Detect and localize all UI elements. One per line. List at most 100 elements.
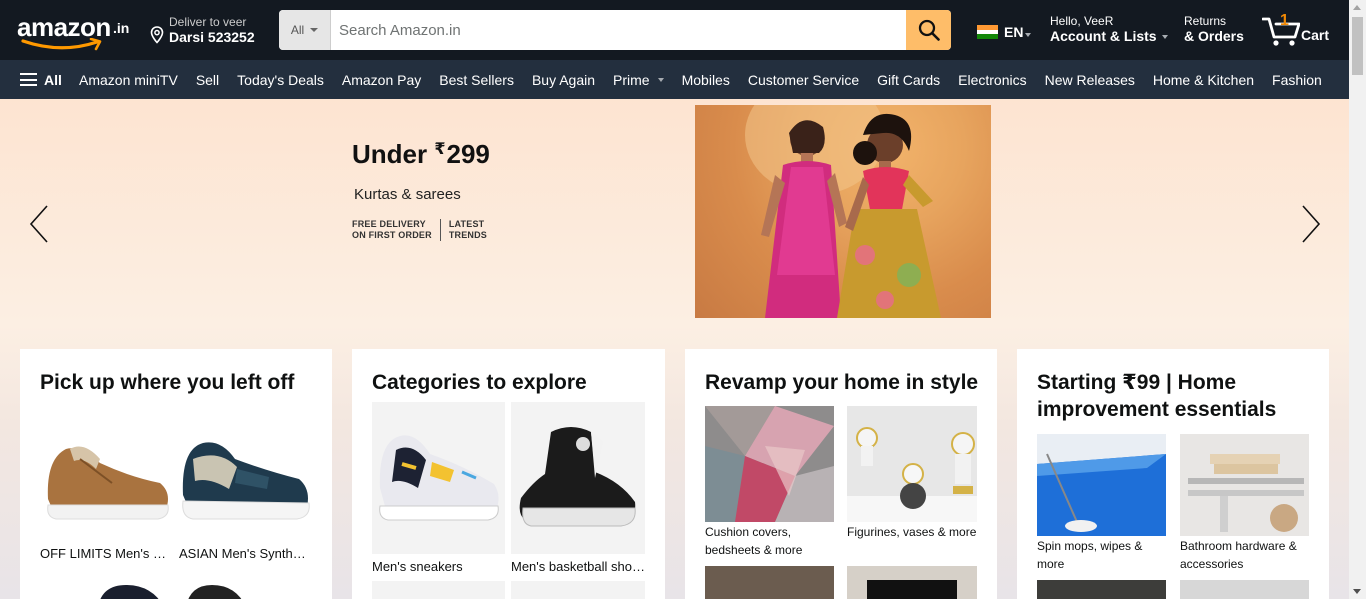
smile-icon [21,38,102,51]
card-title: Categories to explore [372,371,587,394]
category-image [1037,580,1166,599]
scrollbar-thumb[interactable] [1352,17,1363,75]
card-title: Pick up where you left off [40,371,295,394]
chevron-down-icon [657,77,664,82]
account-label: Account & Lists [1050,28,1157,44]
category-caption: Figurines, vases & more [847,525,977,539]
category-image [847,406,977,522]
cart-count: 1 [1280,12,1289,29]
category-image [705,566,834,599]
nav-link-prime[interactable]: Prime [604,72,673,88]
category-caption: Spin mops, wipes & more [1037,539,1143,571]
deliver-location: Darsi 523252 [169,29,255,45]
nav-bar: All Amazon miniTV Sell Today's Deals Ama… [0,60,1349,99]
hero-fine-print: FREE DELIVERY ON FIRST ORDER LATEST TREN… [352,219,487,241]
hero-fine-left-2: ON FIRST ORDER [352,230,432,240]
chevron-down-icon [1161,35,1168,40]
scroll-down-icon[interactable] [1353,589,1361,594]
product-image [180,577,250,599]
chevron-down-icon [1025,33,1032,37]
category-caption: Cushion covers, bedsheets & more [705,525,803,557]
search-category-label: All [290,23,305,37]
language-code: EN [1004,24,1024,40]
product-caption: ASIAN Men's Synthetic Sports Shoes [179,546,312,561]
cart-label: Cart [1301,27,1330,43]
nav-link-best-sellers[interactable]: Best Sellers [430,72,523,88]
nav-link-prime-label: Prime [613,71,650,88]
search-bar: All [279,10,951,50]
logo-tld: .in [113,20,130,36]
category-image [372,581,505,599]
hero-fine-left-1: FREE DELIVERY [352,219,426,229]
deliver-line1: Deliver to veer [169,15,247,29]
cart-button[interactable]: 1 Cart [1262,12,1334,48]
india-flag-icon [977,25,998,40]
category-image [1180,580,1309,599]
hero-headline-prefix: Under [352,139,435,169]
category-image [511,402,645,554]
nav-link-gift-cards[interactable]: Gift Cards [868,72,949,88]
search-input[interactable] [331,10,906,50]
hero-headline: Under ₹299 [352,139,490,170]
vertical-scrollbar[interactable] [1349,0,1366,599]
hero-models-illustration [745,105,941,318]
product-image [179,419,312,529]
nav-link-home-kitchen[interactable]: Home & Kitchen [1144,72,1263,88]
category-caption: Men's sneakers [372,559,463,574]
category-image [372,402,505,554]
category-caption: Men's basketball shoes [511,559,645,574]
top-header: amazon .in Deliver to veer Darsi 523252 … [0,0,1349,60]
language-selector[interactable]: EN [977,24,1032,40]
nav-link-fashion[interactable]: Fashion [1263,72,1331,88]
nav-link-buy-again[interactable]: Buy Again [523,72,604,88]
scroll-up-icon[interactable] [1353,5,1361,10]
product-image [40,419,173,529]
chevron-down-icon [310,28,319,32]
category-image [1180,434,1309,536]
amazon-logo[interactable]: amazon .in [17,12,135,51]
all-menu-label: All [44,71,62,88]
nav-link-amazon-pay[interactable]: Amazon Pay [333,72,430,88]
hero-banner-image[interactable] [695,105,991,318]
hero-subtitle: Kurtas & sarees [354,186,461,203]
returns-orders[interactable]: Returns & Orders [1184,14,1244,44]
nav-link-electronics[interactable]: Electronics [949,72,1035,88]
carousel-prev-icon[interactable] [28,204,50,244]
nav-link-customer-service[interactable]: Customer Service [739,72,868,88]
category-image [1037,434,1166,536]
account-greeting: Hello, VeeR [1050,14,1114,28]
hero-carousel[interactable]: Under ₹299 Kurtas & sarees FREE DELIVERY… [0,99,1349,599]
orders-label: & Orders [1184,28,1244,44]
location-pin-icon [150,26,164,44]
card-home-improvement: Starting ₹99 | Home improvement essentia… [1017,349,1329,599]
card-pick-up: Pick up where you left off OFF LIMITS Me… [20,349,332,599]
product-caption: OFF LIMITS Men's Sports Running Shoes [40,546,173,561]
nav-link-sell[interactable]: Sell [187,72,228,88]
hero-price: 299 [446,139,490,169]
card-title: Revamp your home in style [705,371,979,394]
nav-links: Amazon miniTV Sell Today's Deals Amazon … [70,60,1331,99]
carousel-next-icon[interactable] [1300,204,1322,244]
hero-fine-divider [439,219,441,241]
nav-link-new-releases[interactable]: New Releases [1036,72,1144,88]
search-button[interactable] [906,10,951,50]
search-category-dropdown[interactable]: All [279,10,331,50]
card-title: Starting ₹99 | Home improvement essentia… [1037,371,1277,421]
category-image [511,581,645,599]
hero-fine-right-2: TRENDS [448,230,488,240]
account-lists[interactable]: Hello, VeeR Account & Lists [1050,14,1168,44]
nav-link-minitv[interactable]: Amazon miniTV [70,72,187,88]
hamburger-menu-icon [20,73,37,86]
product-image [90,577,170,599]
card-revamp-home: Revamp your home in style Cushion covers… [685,349,997,599]
all-menu-button[interactable]: All [20,60,62,99]
nav-link-todays-deals[interactable]: Today's Deals [228,72,333,88]
category-image [847,566,977,599]
search-icon [918,19,940,41]
hero-fine-right-1: LATEST [448,219,485,229]
category-image [705,406,834,522]
card-categories: Categories to explore Men's sneakers Men… [352,349,665,599]
category-caption: Bathroom hardware & accessories [1180,539,1297,571]
nav-link-mobiles[interactable]: Mobiles [673,72,739,88]
returns-label: Returns [1184,14,1227,28]
